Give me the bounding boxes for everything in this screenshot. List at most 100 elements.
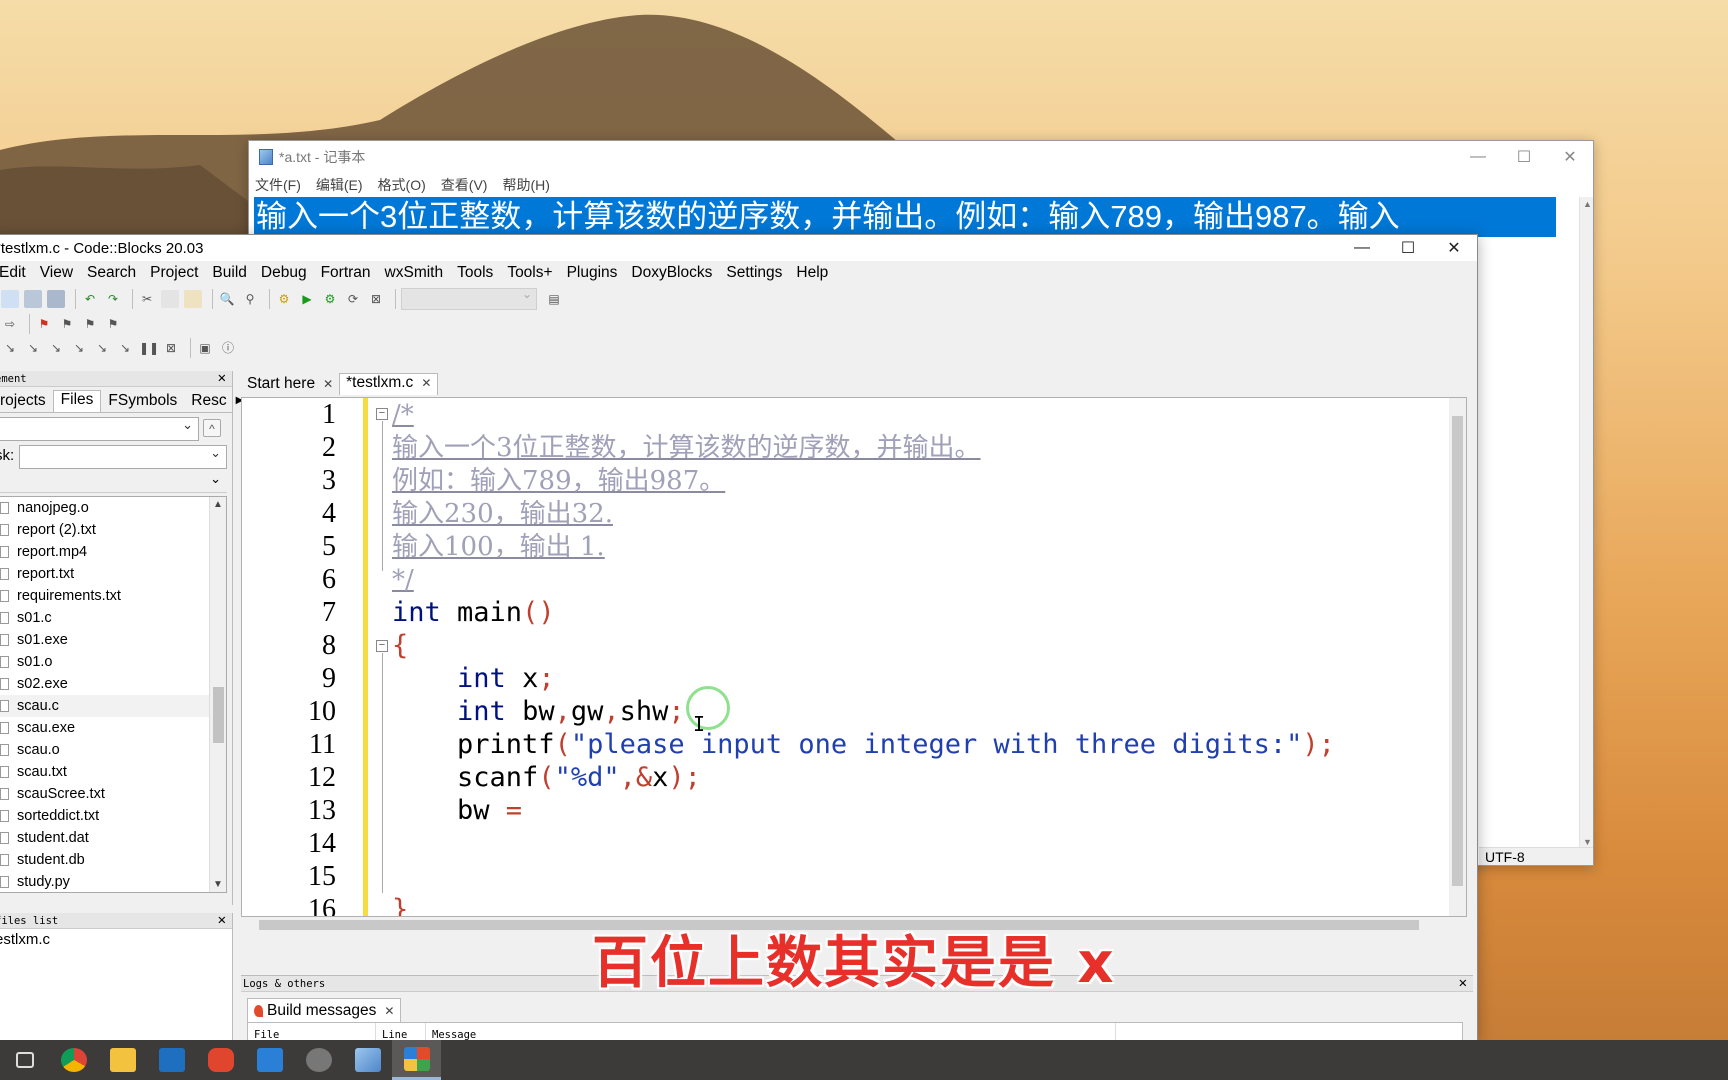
tab-resources[interactable]: Resc: [184, 392, 233, 412]
list-item[interactable]: requirements.txt: [0, 585, 226, 607]
notepad-menu-file[interactable]: 文件(F): [255, 175, 301, 195]
debug-step-instruction-icon[interactable]: ↘: [116, 339, 134, 357]
replace-icon[interactable]: ⚲: [241, 290, 259, 308]
list-item[interactable]: report.mp4: [0, 541, 226, 563]
scroll-down-icon[interactable]: ▼: [1583, 837, 1592, 847]
notepad-menu-edit[interactable]: 编辑(E): [316, 175, 363, 195]
list-item[interactable]: s01.o: [0, 651, 226, 673]
close-icon[interactable]: ✕: [218, 370, 226, 386]
pause-icon[interactable]: ❚❚: [139, 339, 159, 357]
copy-icon[interactable]: [161, 290, 179, 308]
redo-icon[interactable]: ↷: [104, 290, 122, 308]
folder-up-icon[interactable]: ^: [203, 419, 221, 437]
menu-build[interactable]: Build: [212, 264, 246, 282]
build-gear-icon[interactable]: ⚙: [275, 290, 293, 308]
save-icon[interactable]: [24, 290, 42, 308]
close-icon[interactable]: ✕: [323, 377, 333, 391]
store-icon[interactable]: [147, 1040, 196, 1080]
menu-doxyblocks[interactable]: DoxyBlocks: [631, 264, 712, 282]
notepad-vertical-scrollbar[interactable]: ▲ ▼: [1579, 197, 1593, 849]
chevron-down-icon[interactable]: ⌄: [210, 471, 221, 487]
scroll-down-icon[interactable]: ▼: [213, 879, 223, 890]
scroll-thumb[interactable]: [213, 687, 224, 743]
menu-project[interactable]: Project: [150, 264, 198, 282]
debug-next-line-icon[interactable]: ↘: [24, 339, 42, 357]
build-run-icon[interactable]: ⚙: [321, 290, 339, 308]
notepad-menu-format[interactable]: 格式(O): [378, 175, 426, 195]
run-icon[interactable]: ▶: [298, 290, 316, 308]
file-list-scrollbar[interactable]: ▲ ▼: [209, 497, 226, 892]
menu-plugins[interactable]: Plugins: [567, 264, 618, 282]
undo-icon[interactable]: ↶: [81, 290, 99, 308]
bookmark-toggle-icon[interactable]: ⚑: [35, 315, 53, 333]
minimize-icon[interactable]: —: [1339, 235, 1385, 261]
notepad-titlebar[interactable]: *a.txt - 记事本: [249, 141, 1593, 173]
chrome-icon[interactable]: [49, 1040, 98, 1080]
tab-files[interactable]: Files: [52, 390, 102, 412]
debug-step-into-icon[interactable]: ↘: [47, 339, 65, 357]
rebuild-icon[interactable]: ⟳: [344, 290, 362, 308]
notepad-menu-help[interactable]: 帮助(H): [502, 175, 549, 195]
minimize-icon[interactable]: —: [1455, 141, 1501, 173]
maximize-icon[interactable]: ☐: [1385, 235, 1431, 261]
scroll-thumb[interactable]: [1452, 416, 1463, 886]
tab-start-here[interactable]: Start here ✕: [241, 375, 339, 395]
list-item[interactable]: student.db: [0, 849, 226, 871]
close-icon[interactable]: ✕: [1431, 235, 1477, 261]
debug-step-icon[interactable]: ↘: [1, 339, 19, 357]
list-item[interactable]: scauScree.txt: [0, 783, 226, 805]
fold-toggle-icon[interactable]: −: [376, 408, 388, 420]
debug-step-out-icon[interactable]: ↘: [70, 339, 88, 357]
codeblocks-taskbar-icon[interactable]: [392, 1040, 441, 1080]
tab-testlxm-c[interactable]: *testlxm.c ✕: [339, 373, 439, 395]
task-view-icon[interactable]: [0, 1040, 49, 1080]
jump-icon[interactable]: ⇨: [1, 315, 19, 333]
list-item[interactable]: sorteddict.txt: [0, 805, 226, 827]
menu-tools[interactable]: Tools: [457, 264, 493, 282]
menu-view[interactable]: View: [40, 264, 73, 282]
list-item[interactable]: scau.exe: [0, 717, 226, 739]
maximize-icon[interactable]: ☐: [1501, 141, 1547, 173]
close-icon[interactable]: ✕: [1459, 975, 1467, 991]
bookmark-prev-icon[interactable]: ⚑: [58, 315, 76, 333]
list-item[interactable]: report.txt: [0, 563, 226, 585]
notepad-selected-text[interactable]: 输入一个3位正整数，计算该数的逆序数，并输出。例如：输入789，输出987。输入: [254, 197, 1556, 237]
file-list[interactable]: nanojpeg.o report (2).txt report.mp4 rep…: [0, 496, 227, 893]
save-all-icon[interactable]: [47, 290, 65, 308]
debug-next-instruction-icon[interactable]: ↘: [93, 339, 111, 357]
menu-search[interactable]: Search: [87, 264, 136, 282]
editor-vertical-scrollbar[interactable]: [1449, 398, 1466, 916]
menu-debug[interactable]: Debug: [261, 264, 307, 282]
paste-icon[interactable]: [184, 290, 202, 308]
close-icon[interactable]: ✕: [218, 912, 226, 928]
close-icon[interactable]: ✕: [1547, 141, 1593, 173]
list-item[interactable]: nanojpeg.o: [0, 497, 226, 519]
abort-icon[interactable]: ⊠: [367, 290, 385, 308]
bookmark-next-icon[interactable]: ⚑: [81, 315, 99, 333]
menu-help[interactable]: Help: [796, 264, 828, 282]
menu-fortran[interactable]: Fortran: [321, 264, 371, 282]
find-icon[interactable]: 🔍: [218, 290, 236, 308]
list-item[interactable]: s01.c: [0, 607, 226, 629]
list-item-selected[interactable]: scau.c: [0, 695, 226, 717]
codeblocks-titlebar[interactable]: *testlxm.c - Code::Blocks 20.03: [0, 235, 1477, 261]
notepad-taskbar-icon[interactable]: [343, 1040, 392, 1080]
close-icon[interactable]: ✕: [384, 1004, 394, 1018]
list-item[interactable]: report (2).txt: [0, 519, 226, 541]
fold-toggle-icon[interactable]: −: [376, 640, 388, 652]
media-app-icon[interactable]: [294, 1040, 343, 1080]
debug-info-icon[interactable]: ⓘ: [219, 339, 237, 357]
scroll-up-icon[interactable]: ▲: [213, 499, 223, 510]
build-target-combo[interactable]: [401, 287, 537, 310]
app-red-icon[interactable]: [196, 1040, 245, 1080]
menu-edit[interactable]: Edit: [0, 264, 26, 282]
stop-icon[interactable]: ⊠: [162, 339, 180, 357]
list-item[interactable]: study.py: [0, 871, 226, 892]
notepad-menu-view[interactable]: 查看(V): [441, 175, 488, 195]
cut-icon[interactable]: ✂: [138, 290, 156, 308]
menu-wxsmith[interactable]: wxSmith: [385, 264, 444, 282]
file-explorer-icon[interactable]: [98, 1040, 147, 1080]
code-editor[interactable]: 1 2 3 4 5 6 7 8 9 10 11 12 13 14 15 16 1…: [241, 397, 1467, 917]
tab-projects[interactable]: rojects: [0, 392, 53, 412]
scroll-up-icon[interactable]: ▲: [1583, 199, 1592, 209]
